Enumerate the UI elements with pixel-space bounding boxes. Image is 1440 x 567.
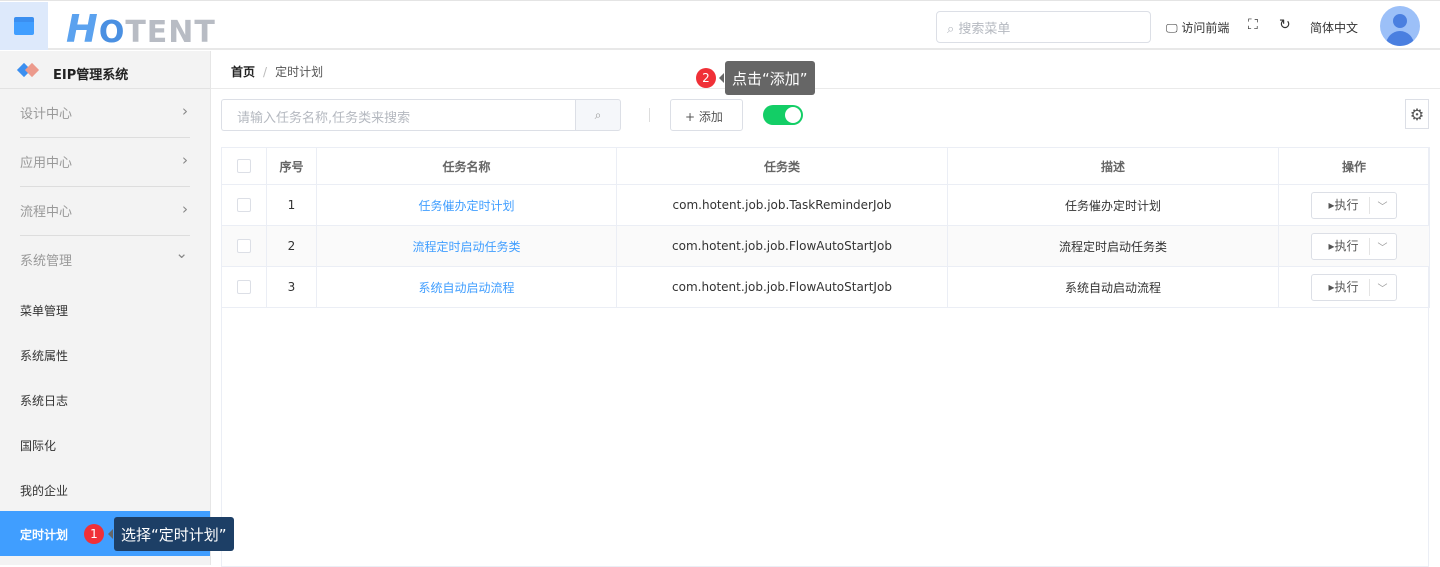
system-title: EIP管理系统	[0, 51, 210, 89]
task-class: com.hotent.job.job.TaskReminderJob	[616, 184, 948, 226]
sidebar-group-app[interactable]: 应用中心 ›	[0, 138, 210, 187]
menu-search-input[interactable]: ⌕ 搜索菜单	[936, 11, 1151, 43]
chevron-down-icon[interactable]: ﹀	[1370, 239, 1396, 254]
chevron-down-icon[interactable]: ﹀	[1370, 198, 1396, 213]
chevron-right-icon: ›	[182, 151, 188, 169]
divider	[210, 51, 211, 565]
logo: HOTENT	[66, 7, 216, 51]
chevron-down-icon[interactable]: ﹀	[1370, 280, 1396, 295]
execute-button[interactable]: ▸执行	[1312, 278, 1370, 296]
col-header-class: 任务类	[616, 147, 948, 185]
select-all-cell	[221, 147, 267, 185]
row-no: 1	[266, 184, 317, 226]
chevron-right-icon: ›	[182, 102, 188, 120]
row-checkbox[interactable]	[237, 198, 251, 213]
sidebar-item-enterprise[interactable]: 我的企业	[0, 467, 210, 512]
task-name-link[interactable]: 任务催办定时计划	[418, 199, 514, 213]
task-search-input[interactable]: 请输入任务名称,任务类来搜索	[221, 99, 576, 131]
task-desc: 流程定时启动任务类	[947, 225, 1279, 267]
col-header-no: 序号	[266, 147, 317, 185]
task-desc: 任务催办定时计划	[947, 184, 1279, 226]
execute-split-button: ▸执行 ﹀	[1311, 191, 1397, 219]
guide-tooltip: 点击“添加”	[719, 61, 815, 95]
task-name-link[interactable]: 系统自动启动流程	[418, 281, 514, 295]
row-checkbox[interactable]	[237, 239, 251, 254]
task-table: 序号 任务名称 任务类 描述 操作 1 任务催办定时计划 com.hotent.…	[221, 147, 1430, 308]
visit-front-link[interactable]: 🖵 访问前端	[1166, 19, 1229, 36]
table-row: 3 系统自动启动流程 com.hotent.job.job.FlowAutoSt…	[221, 266, 1430, 308]
task-desc: 系统自动启动流程	[947, 266, 1279, 308]
execute-split-button: ▸执行 ﹀	[1311, 232, 1397, 260]
col-header-name: 任务名称	[316, 147, 617, 185]
table-row: 1 任务催办定时计划 com.hotent.job.job.TaskRemind…	[221, 184, 1430, 226]
row-no: 2	[266, 225, 317, 267]
step-badge: 2	[696, 68, 716, 88]
settings-gear-icon[interactable]: ⚙	[1405, 99, 1429, 129]
top-header: HOTENT ⌕ 搜索菜单 🖵 访问前端 ⛶ ↻ 简体中文	[0, 0, 1440, 51]
sidebar-item-i18n[interactable]: 国际化	[0, 422, 210, 467]
sidebar-item-properties[interactable]: 系统属性	[0, 332, 210, 377]
divider	[211, 88, 1440, 89]
plus-icon: +	[685, 110, 696, 124]
select-all-checkbox[interactable]	[237, 159, 251, 174]
language-select[interactable]: 简体中文	[1310, 19, 1358, 36]
divider	[649, 108, 650, 122]
sidebar-group-design[interactable]: 设计中心 ›	[0, 89, 210, 138]
sidebar: EIP管理系统 设计中心 › 应用中心 › 流程中心 › 系统管理 ⌄ 菜单管理 系统属…	[0, 51, 210, 565]
execute-split-button: ▸执行 ﹀	[1311, 273, 1397, 301]
chevron-down-icon: ⌄	[175, 244, 188, 262]
fullscreen-icon[interactable]: ⛶	[1248, 17, 1258, 33]
menu-toggle-button[interactable]	[0, 2, 48, 50]
breadcrumb-home[interactable]: 首页	[231, 65, 255, 79]
monitor-icon: 🖵	[1166, 21, 1178, 35]
table-row: 2 流程定时启动任务类 com.hotent.job.job.FlowAutoS…	[221, 225, 1430, 267]
row-checkbox[interactable]	[237, 280, 251, 295]
guide-tooltip: 选择“定时计划”	[108, 517, 234, 551]
toggle-switch[interactable]	[763, 105, 803, 125]
sidebar-group-flow[interactable]: 流程中心 ›	[0, 187, 210, 236]
search-button[interactable]: ⌕	[575, 99, 621, 131]
search-icon: ⌕	[594, 108, 602, 122]
sidebar-item-menu[interactable]: 菜单管理	[0, 287, 210, 332]
refresh-icon[interactable]: ↻	[1279, 17, 1291, 33]
chevron-right-icon: ›	[182, 200, 188, 218]
sidebar-item-logs[interactable]: 系统日志	[0, 377, 210, 422]
breadcrumb: 首页 / 定时计划	[231, 65, 324, 79]
sidebar-group-system[interactable]: 系统管理 ⌄	[0, 236, 210, 285]
menu-icon	[14, 17, 34, 35]
task-class: com.hotent.job.job.FlowAutoStartJob	[616, 225, 948, 267]
execute-button[interactable]: ▸执行	[1312, 196, 1370, 214]
col-header-desc: 描述	[947, 147, 1279, 185]
col-header-action: 操作	[1278, 147, 1430, 185]
task-class: com.hotent.job.job.FlowAutoStartJob	[616, 266, 948, 308]
task-name-link[interactable]: 流程定时启动任务类	[412, 240, 520, 254]
row-no: 3	[266, 266, 317, 308]
add-button[interactable]: + 添加	[670, 99, 743, 131]
execute-button[interactable]: ▸执行	[1312, 237, 1370, 255]
step-badge: 1	[84, 524, 104, 544]
avatar[interactable]	[1380, 6, 1420, 46]
